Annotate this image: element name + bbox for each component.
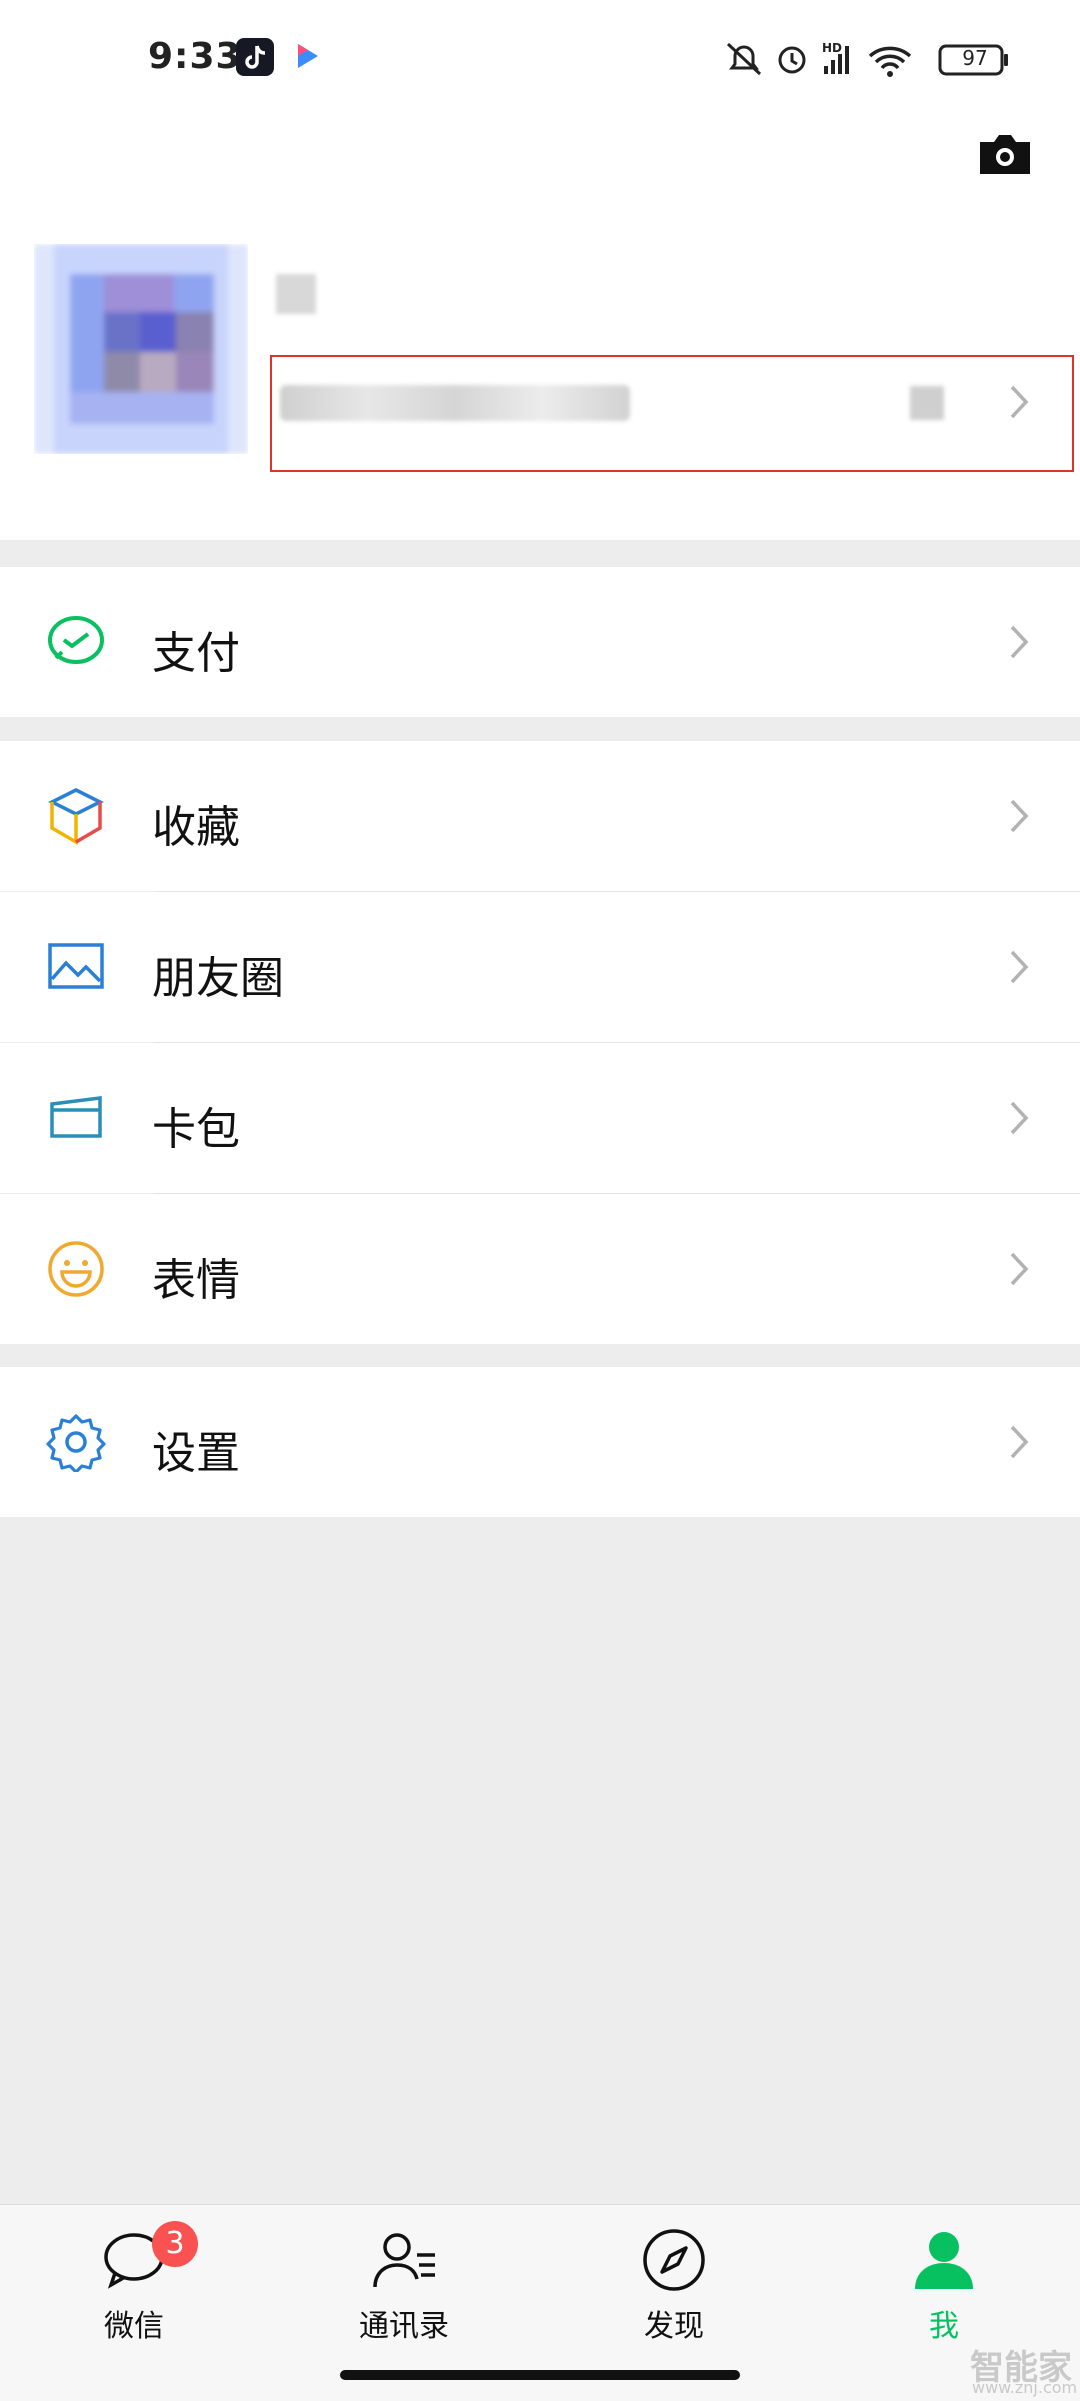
menu-item-settings[interactable]: 设置 bbox=[0, 1367, 1080, 1517]
gear-icon bbox=[46, 1414, 106, 1472]
svg-text:HD: HD bbox=[822, 41, 842, 55]
favorites-label: 收藏 bbox=[152, 802, 240, 853]
tab-chats[interactable]: 微信 bbox=[34, 2225, 234, 2355]
smiley-icon bbox=[48, 1241, 104, 1297]
chevron-right-icon bbox=[1010, 1252, 1029, 1286]
menu-item-pay[interactable]: 支付 bbox=[0, 567, 1080, 717]
favorites-cube-icon bbox=[48, 788, 104, 846]
tab-me[interactable]: 我 bbox=[844, 2225, 1044, 2355]
pay-label: 支付 bbox=[152, 628, 240, 679]
mute-bell-icon bbox=[726, 42, 762, 76]
unread-badge: 3 bbox=[152, 2221, 198, 2267]
avatar[interactable] bbox=[34, 244, 248, 454]
chevron-right-icon bbox=[1010, 799, 1029, 833]
tab-discover-label: 发现 bbox=[644, 2309, 704, 2344]
menu-item-moments[interactable]: 朋友圈 bbox=[0, 892, 1080, 1042]
nickname bbox=[276, 274, 316, 314]
person-icon bbox=[915, 2232, 973, 2289]
contacts-icon bbox=[373, 2233, 435, 2288]
menu-item-stickers[interactable]: 表情 bbox=[0, 1194, 1080, 1344]
compass-icon bbox=[643, 2229, 705, 2291]
watermark-url: www.znj.com bbox=[972, 2378, 1078, 2397]
status-time: 9:33 bbox=[148, 36, 242, 77]
stickers-label: 表情 bbox=[152, 1255, 240, 1306]
chevron-right-icon bbox=[1010, 625, 1029, 659]
settings-label: 设置 bbox=[152, 1428, 240, 1479]
menu-item-cards[interactable]: 卡包 bbox=[0, 1043, 1080, 1193]
wechat-id-highlight[interactable] bbox=[270, 355, 1074, 472]
home-indicator[interactable] bbox=[340, 2370, 740, 2380]
moments-label: 朋友圈 bbox=[152, 953, 284, 1004]
battery-level: 97 bbox=[962, 46, 988, 70]
tiktok-icon bbox=[236, 38, 274, 76]
menu-item-favorites[interactable]: 收藏 bbox=[0, 741, 1080, 891]
tab-discover[interactable]: 发现 bbox=[574, 2225, 774, 2355]
tab-me-label: 我 bbox=[929, 2309, 959, 2344]
tab-chats-label: 微信 bbox=[104, 2309, 164, 2344]
moments-picture-icon bbox=[48, 943, 104, 989]
card-wallet-icon bbox=[50, 1096, 102, 1138]
tab-contacts[interactable]: 通讯录 bbox=[304, 2225, 504, 2355]
cards-label: 卡包 bbox=[152, 1104, 240, 1155]
pay-icon bbox=[48, 616, 104, 664]
chevron-right-icon bbox=[1010, 1425, 1029, 1459]
chevron-right-icon bbox=[1010, 1101, 1029, 1135]
signal-icon: HD bbox=[822, 41, 849, 74]
wifi-icon bbox=[868, 46, 912, 77]
camera-icon[interactable] bbox=[976, 130, 1034, 178]
tab-contacts-label: 通讯录 bbox=[359, 2309, 449, 2344]
youku-icon bbox=[288, 38, 326, 76]
chevron-right-icon bbox=[1010, 950, 1029, 984]
alarm-icon bbox=[778, 46, 806, 74]
